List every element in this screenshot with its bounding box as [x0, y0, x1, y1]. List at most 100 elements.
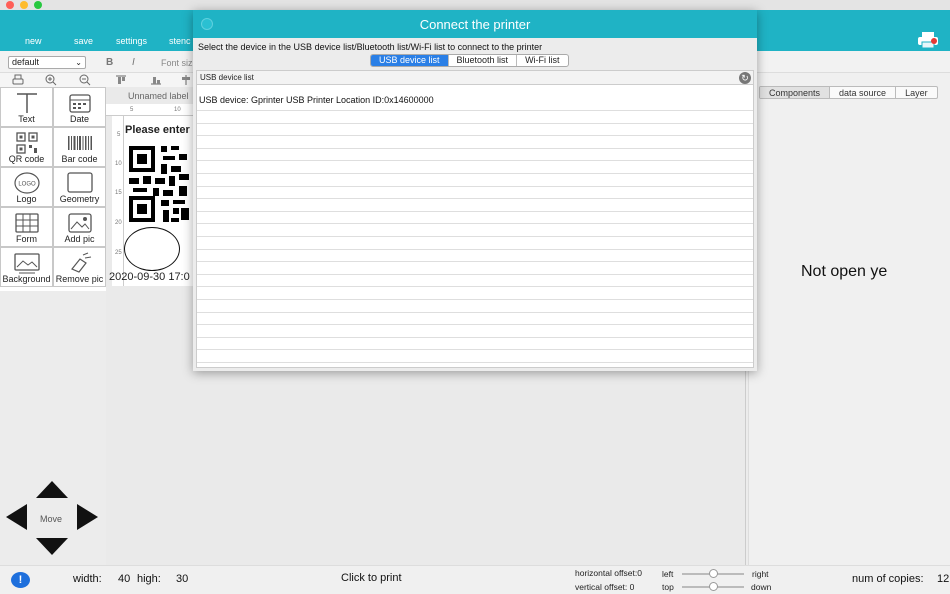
zoom-out-icon[interactable]: [79, 74, 91, 86]
dialog-instruction: Select the device in the USB device list…: [198, 42, 543, 52]
ruler-tick-label: 10: [174, 107, 181, 113]
tool-remove-pic-label: Remove pic: [55, 274, 104, 284]
tab-usb-device-list[interactable]: USB device list: [371, 55, 449, 66]
vertical-offset-slider[interactable]: [682, 582, 744, 591]
label-text-element[interactable]: Please enter: [125, 124, 190, 136]
image-icon: [67, 213, 92, 233]
window-minimize-button[interactable]: [20, 1, 28, 9]
connect-printer-dialog: Connect the printer Select the device in…: [193, 10, 757, 371]
window-zoom-button[interactable]: [34, 1, 42, 9]
down-label: down: [751, 582, 772, 592]
settings-button[interactable]: settings: [116, 36, 147, 46]
dialog-title: Connect the printer: [419, 17, 531, 32]
usb-list-row: [197, 225, 753, 237]
usb-list-row: [197, 187, 753, 200]
slider-knob[interactable]: [709, 582, 718, 591]
tool-bar-code[interactable]: Bar code: [53, 127, 106, 167]
tool-palette: Text Date QR code Bar code LOGO Logo Geo…: [0, 87, 106, 291]
usb-device-item[interactable]: USB device: Gprinter USB Printer Locatio…: [199, 95, 434, 105]
label-date-element[interactable]: 2020-09-30 17:0: [109, 271, 190, 283]
label-paper[interactable]: Please enter 2020-09-30 17:0: [109, 116, 195, 286]
move-left-button[interactable]: [6, 504, 27, 530]
usb-list-row: [197, 212, 753, 225]
usb-list-row: [197, 162, 753, 174]
tool-background[interactable]: Background: [0, 247, 53, 287]
align-bottom-icon[interactable]: [150, 74, 162, 86]
background-icon: [13, 253, 40, 274]
tab-layer[interactable]: Layer: [896, 87, 937, 98]
tab-wifi-list[interactable]: Wi-Fi list: [517, 55, 568, 66]
copies-value[interactable]: 12: [937, 573, 949, 585]
calendar-icon: [68, 94, 91, 113]
align-center-icon[interactable]: [180, 74, 192, 86]
tool-geometry[interactable]: Geometry: [53, 167, 106, 207]
ruler-tick-label: 25: [115, 250, 122, 256]
dialog-header: Connect the printer: [193, 10, 757, 38]
usb-device-list: USB device list ↻ USB device: Gprinter U…: [196, 70, 754, 368]
vertical-offset-label: vertical offset: 0: [575, 582, 635, 592]
width-value[interactable]: 40: [118, 573, 130, 585]
horizontal-offset-slider[interactable]: [682, 569, 744, 578]
zoom-in-icon[interactable]: [45, 74, 57, 86]
tool-form[interactable]: Form: [0, 207, 53, 247]
bold-button[interactable]: B: [106, 57, 113, 68]
usb-list-row: [197, 313, 753, 326]
tool-logo[interactable]: LOGO Logo: [0, 167, 53, 207]
usb-list-row: [197, 326, 753, 338]
font-select[interactable]: default ⌄: [8, 56, 86, 69]
printer-icon[interactable]: [918, 32, 938, 48]
high-label: high:: [137, 573, 161, 585]
label-ellipse-shape[interactable]: [124, 227, 180, 271]
usb-list-row: [197, 250, 753, 263]
ruler-tick-label: 20: [115, 220, 122, 226]
usb-list-row: [197, 175, 753, 187]
slider-knob[interactable]: [709, 569, 718, 578]
tool-qr-code-label: QR code: [8, 154, 45, 164]
print-button[interactable]: Click to print: [341, 572, 402, 584]
move-down-button[interactable]: [36, 538, 68, 555]
usb-list-row: [197, 301, 753, 313]
move-pad: Move: [0, 478, 106, 565]
table-icon: [14, 213, 39, 233]
horizontal-offset-label: horizontal offset:0: [575, 568, 642, 578]
usb-list-header: USB device list ↻: [197, 71, 753, 85]
new-button[interactable]: new: [25, 36, 42, 46]
label-name-tab[interactable]: Unnamed label: [128, 91, 189, 101]
window-close-button[interactable]: [6, 1, 14, 9]
tool-add-pic[interactable]: Add pic: [53, 207, 106, 247]
properties-panel: Components data source Layer Not open ye: [748, 73, 950, 565]
properties-tabs: Components data source Layer: [759, 86, 938, 99]
top-label: top: [662, 582, 674, 592]
tab-components[interactable]: Components: [760, 87, 831, 98]
vertical-ruler: 5 10 15 20 25: [112, 116, 124, 286]
move-up-button[interactable]: [36, 481, 68, 498]
print-preview-icon[interactable]: [12, 74, 24, 86]
horizontal-ruler: 5 10: [106, 104, 196, 116]
tool-text[interactable]: Text: [0, 87, 53, 127]
refresh-icon[interactable]: ↻: [739, 72, 751, 84]
tool-date-label: Date: [69, 114, 89, 124]
tool-form-label: Form: [16, 234, 37, 244]
connection-type-tabs: USB device list Bluetooth list Wi-Fi lis…: [370, 54, 569, 67]
font-size-label: Font siz: [161, 58, 193, 68]
high-value[interactable]: 30: [176, 573, 188, 585]
ruler-tick-label: 15: [115, 190, 122, 196]
save-button[interactable]: save: [74, 36, 93, 46]
logo-icon: LOGO: [13, 172, 40, 194]
label-qr-code[interactable]: [127, 144, 195, 226]
move-right-button[interactable]: [77, 504, 98, 530]
align-top-icon[interactable]: [115, 74, 127, 86]
tab-data-source[interactable]: data source: [830, 87, 897, 98]
italic-button[interactable]: I: [132, 57, 135, 68]
info-icon[interactable]: !: [11, 572, 30, 588]
usb-list-row: [197, 238, 753, 250]
copies-label: num of copies:: [852, 573, 924, 585]
tool-remove-pic[interactable]: Remove pic: [53, 247, 106, 287]
ruler-tick-label: 10: [115, 161, 122, 167]
tool-qr-code[interactable]: QR code: [0, 127, 53, 167]
stencil-button[interactable]: stenc: [169, 36, 191, 46]
qr-code-icon: [15, 132, 38, 154]
eraser-icon: [70, 252, 91, 273]
tab-bluetooth-list[interactable]: Bluetooth list: [449, 55, 518, 66]
tool-date[interactable]: Date: [53, 87, 106, 127]
